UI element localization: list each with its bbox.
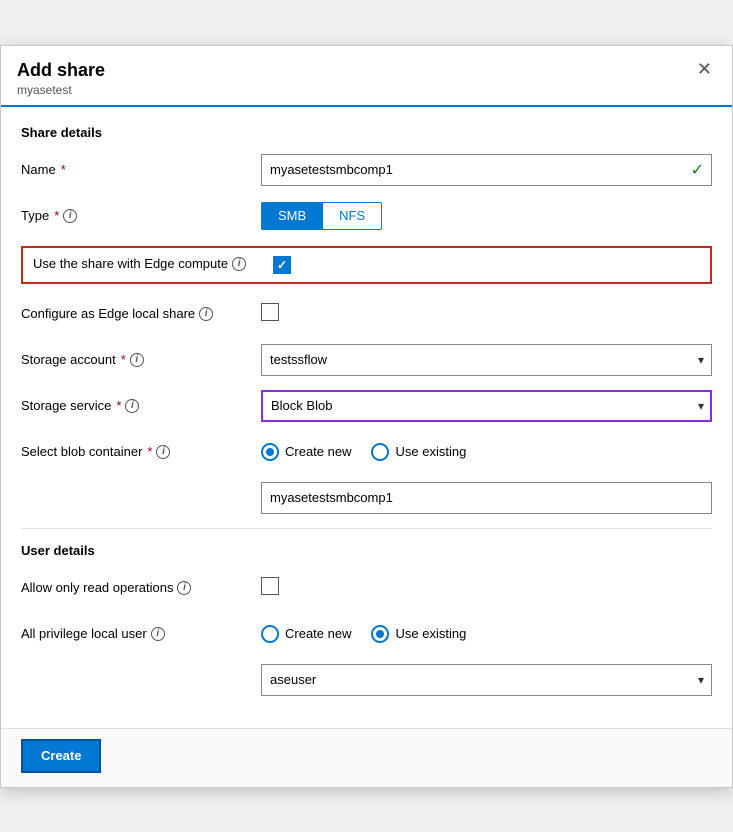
privilege-create-new-label: Create new <box>285 626 351 641</box>
read-only-checkbox[interactable] <box>261 577 279 595</box>
privilege-use-existing-radio[interactable] <box>371 625 389 643</box>
blob-use-existing-radio[interactable] <box>371 443 389 461</box>
blob-container-radios: Create new Use existing <box>261 443 712 461</box>
type-info-icon: i <box>63 209 77 223</box>
privilege-user-info-icon: i <box>151 627 165 641</box>
storage-service-required: * <box>116 398 121 413</box>
privilege-use-existing-label: Use existing <box>395 626 466 641</box>
name-required: * <box>61 162 66 177</box>
privilege-user-select-row: aseuser ▾ <box>21 664 712 696</box>
name-label: Name * <box>21 162 261 177</box>
dialog-subtitle: myasetest <box>17 83 105 97</box>
privilege-create-new-option[interactable]: Create new <box>261 625 351 643</box>
configure-local-control <box>261 303 712 324</box>
storage-account-label: Storage account * i <box>21 352 261 367</box>
privilege-use-existing-option[interactable]: Use existing <box>371 625 466 643</box>
storage-account-row: Storage account * i testssflow ▾ <box>21 344 712 376</box>
storage-service-select-wrapper: Block Blob Page Blob Azure File ▾ <box>261 390 712 422</box>
close-button[interactable]: ✕ <box>693 60 716 78</box>
blob-create-new-label: Create new <box>285 444 351 459</box>
edge-compute-control <box>273 256 700 274</box>
title-group: Add share myasetest <box>17 60 105 105</box>
blob-container-info-icon: i <box>156 445 170 459</box>
storage-service-label: Storage service * i <box>21 398 261 413</box>
type-label: Type * i <box>21 208 261 223</box>
privilege-user-select[interactable]: aseuser <box>261 664 712 696</box>
storage-service-row: Storage service * i Block Blob Page Blob… <box>21 390 712 422</box>
dialog-title: Add share <box>17 60 105 81</box>
smb-toggle[interactable]: SMB <box>261 202 323 230</box>
privilege-user-select-control: aseuser ▾ <box>261 664 712 696</box>
read-only-label: Allow only read operations i <box>21 580 261 595</box>
edge-compute-info-icon: i <box>232 257 246 271</box>
type-row: Type * i SMB NFS <box>21 200 712 232</box>
blob-name-spacer <box>21 482 261 514</box>
storage-service-info-icon: i <box>125 399 139 413</box>
blob-use-existing-option[interactable]: Use existing <box>371 443 466 461</box>
configure-local-label: Configure as Edge local share i <box>21 306 261 321</box>
blob-name-control <box>261 482 712 514</box>
read-only-row: Allow only read operations i <box>21 572 712 604</box>
read-only-info-icon: i <box>177 581 191 595</box>
configure-local-info-icon: i <box>199 307 213 321</box>
dialog-body: Share details Name * ✓ Type * i <box>1 107 732 728</box>
read-only-control <box>261 577 712 598</box>
edge-compute-label: Use the share with Edge compute i <box>33 256 273 273</box>
blob-create-new-radio[interactable] <box>261 443 279 461</box>
privilege-create-new-radio[interactable] <box>261 625 279 643</box>
blob-container-label: Select blob container * i <box>21 444 261 459</box>
name-control: ✓ <box>261 154 712 186</box>
configure-local-checkbox[interactable] <box>261 303 279 321</box>
blob-container-radio-group: Create new Use existing <box>261 443 712 461</box>
nfs-toggle[interactable]: NFS <box>323 202 382 230</box>
storage-account-select-wrapper: testssflow ▾ <box>261 344 712 376</box>
storage-service-select[interactable]: Block Blob Page Blob Azure File <box>261 390 712 422</box>
blob-use-existing-label: Use existing <box>395 444 466 459</box>
privilege-user-radio-group: Create new Use existing <box>261 625 712 643</box>
configure-local-row: Configure as Edge local share i <box>21 298 712 330</box>
privilege-user-label: All privilege local user i <box>21 626 261 641</box>
name-valid-icon: ✓ <box>691 160 704 180</box>
blob-name-input[interactable] <box>261 482 712 514</box>
blob-create-new-option[interactable]: Create new <box>261 443 351 461</box>
privilege-user-radios: Create new Use existing <box>261 625 712 643</box>
user-details-section-title: User details <box>21 543 712 558</box>
type-required: * <box>54 208 59 223</box>
blob-container-required: * <box>147 444 152 459</box>
privilege-user-select-wrapper: aseuser ▾ <box>261 664 712 696</box>
create-button[interactable]: Create <box>21 739 101 773</box>
name-input-wrapper: ✓ <box>261 154 712 186</box>
type-toggle-group: SMB NFS <box>261 202 712 230</box>
share-details-section-title: Share details <box>21 125 712 140</box>
name-input[interactable] <box>261 154 712 186</box>
edge-compute-checkbox[interactable] <box>273 256 291 274</box>
blob-name-row <box>21 482 712 514</box>
blob-container-row: Select blob container * i Create new Use… <box>21 436 712 468</box>
add-share-dialog: Add share myasetest ✕ Share details Name… <box>0 45 733 788</box>
type-control: SMB NFS <box>261 202 712 230</box>
storage-account-info-icon: i <box>130 353 144 367</box>
storage-account-required: * <box>121 352 126 367</box>
name-row: Name * ✓ <box>21 154 712 186</box>
storage-service-control: Block Blob Page Blob Azure File ▾ <box>261 390 712 422</box>
storage-account-select[interactable]: testssflow <box>261 344 712 376</box>
privilege-user-row: All privilege local user i Create new Us… <box>21 618 712 650</box>
edge-compute-row: Use the share with Edge compute i <box>21 246 712 284</box>
dialog-footer: Create <box>1 728 732 787</box>
dialog-header: Add share myasetest ✕ <box>1 46 732 107</box>
privilege-user-spacer <box>21 664 261 696</box>
storage-account-control: testssflow ▾ <box>261 344 712 376</box>
section-divider <box>21 528 712 529</box>
